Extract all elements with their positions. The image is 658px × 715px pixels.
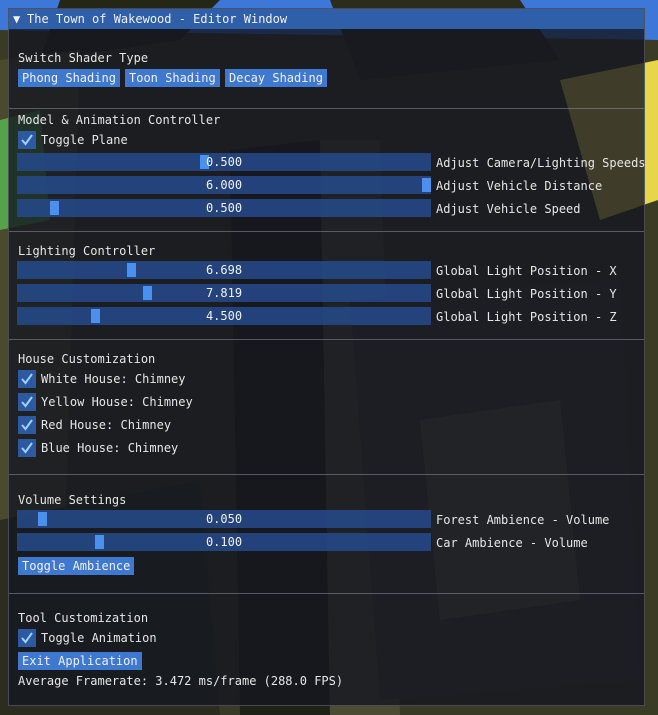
slider-value: 0.500 bbox=[205, 155, 243, 169]
vehicle-speed-slider[interactable]: 0.500 bbox=[17, 199, 431, 217]
slider-value: 6.698 bbox=[205, 263, 243, 277]
collapse-triangle-icon[interactable]: ▼ bbox=[13, 9, 27, 29]
slider-value: 0.050 bbox=[205, 512, 243, 526]
red-house-chimney-checkbox[interactable] bbox=[18, 416, 36, 434]
light-z-label: Global Light Position - Z bbox=[436, 310, 617, 324]
light-x-label: Global Light Position - X bbox=[436, 264, 617, 278]
checkmark-icon bbox=[21, 442, 33, 454]
vehicle-distance-slider[interactable]: 6.000 bbox=[17, 176, 431, 194]
checkmark-icon bbox=[21, 134, 33, 146]
tool-heading: Tool Customization bbox=[18, 611, 149, 625]
light-z-slider[interactable]: 4.500 bbox=[17, 307, 431, 325]
yellow-house-chimney-checkbox[interactable] bbox=[18, 393, 36, 411]
slider-value: 0.500 bbox=[205, 201, 243, 215]
separator bbox=[9, 339, 644, 340]
model-heading: Model & Animation Controller bbox=[18, 113, 221, 127]
camera-speed-label: Adjust Camera/Lighting Speeds bbox=[436, 156, 646, 170]
forest-volume-label: Forest Ambience - Volume bbox=[436, 513, 610, 527]
checkmark-icon bbox=[21, 396, 33, 408]
blue-house-chimney-label: Blue House: Chimney bbox=[41, 441, 179, 455]
window-title: The Town of Wakewood - Editor Window bbox=[27, 12, 288, 26]
vehicle-speed-label: Adjust Vehicle Speed bbox=[436, 202, 581, 216]
car-volume-slider[interactable]: 0.100 bbox=[17, 533, 431, 551]
red-house-chimney-label: Red House: Chimney bbox=[41, 418, 172, 432]
vehicle-distance-label: Adjust Vehicle Distance bbox=[436, 179, 603, 193]
forest-volume-slider[interactable]: 0.050 bbox=[17, 510, 431, 528]
slider-value: 0.100 bbox=[205, 535, 243, 549]
toggle-ambience-button[interactable]: Toggle Ambience bbox=[18, 557, 135, 575]
checkmark-icon bbox=[21, 632, 33, 644]
slider-value: 6.000 bbox=[205, 178, 243, 192]
checkmark-icon bbox=[21, 419, 33, 431]
volume-heading: Volume Settings bbox=[18, 493, 127, 507]
phong-shading-button[interactable]: Phong Shading bbox=[18, 69, 120, 87]
toggle-animation-label: Toggle Animation bbox=[41, 631, 157, 645]
separator bbox=[9, 474, 644, 475]
car-volume-label: Car Ambience - Volume bbox=[436, 536, 588, 550]
separator bbox=[9, 108, 644, 109]
yellow-house-chimney-label: Yellow House: Chimney bbox=[41, 395, 193, 409]
blue-house-chimney-checkbox[interactable] bbox=[18, 439, 36, 457]
shader-heading: Switch Shader Type bbox=[18, 51, 149, 65]
camera-speed-slider[interactable]: 0.500 bbox=[17, 153, 431, 171]
house-heading: House Customization bbox=[18, 352, 156, 366]
editor-window: ▼ The Town of Wakewood - Editor Window Sw… bbox=[8, 8, 646, 706]
toggle-animation-checkbox[interactable] bbox=[18, 629, 36, 647]
toon-shading-button[interactable]: Toon Shading bbox=[125, 69, 220, 87]
window-title-bar[interactable]: ▼ The Town of Wakewood - Editor Window bbox=[9, 9, 644, 29]
white-house-chimney-checkbox[interactable] bbox=[18, 370, 36, 388]
slider-value: 4.500 bbox=[205, 309, 243, 323]
white-house-chimney-label: White House: Chimney bbox=[41, 372, 186, 386]
separator bbox=[9, 593, 644, 594]
checkmark-icon bbox=[21, 373, 33, 385]
separator bbox=[9, 231, 644, 232]
framerate-readout: Average Framerate: 3.472 ms/frame (288.0… bbox=[18, 674, 344, 688]
toggle-plane-checkbox[interactable] bbox=[18, 131, 36, 149]
light-y-slider[interactable]: 7.819 bbox=[17, 284, 431, 302]
lighting-heading: Lighting Controller bbox=[18, 244, 156, 258]
exit-application-button[interactable]: Exit Application bbox=[18, 652, 142, 670]
toggle-plane-label: Toggle Plane bbox=[41, 133, 128, 147]
decay-shading-button[interactable]: Decay Shading bbox=[225, 69, 327, 87]
slider-value: 7.819 bbox=[205, 286, 243, 300]
light-y-label: Global Light Position - Y bbox=[436, 287, 617, 301]
light-x-slider[interactable]: 6.698 bbox=[17, 261, 431, 279]
